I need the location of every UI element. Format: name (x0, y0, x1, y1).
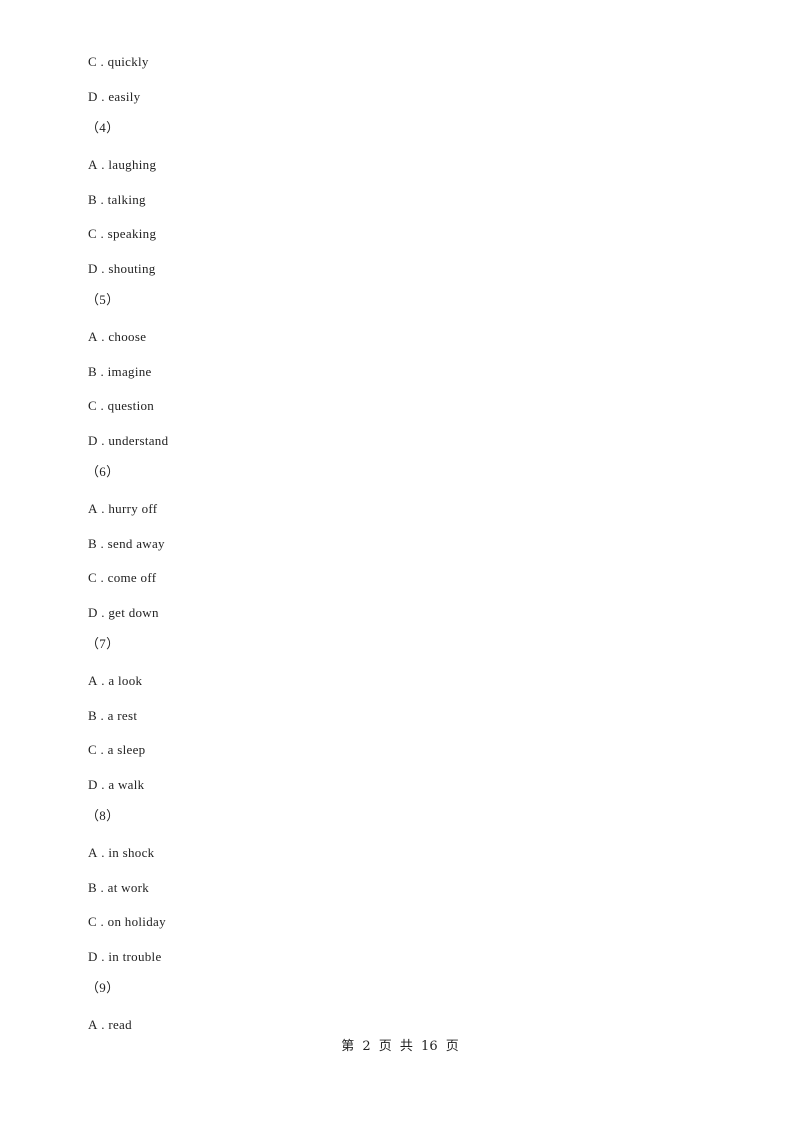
answer-option: D . get down (88, 605, 159, 621)
option-letter: B (88, 364, 97, 379)
answer-option: B . a rest (88, 708, 137, 724)
option-letter: B (88, 708, 97, 723)
option-letter: D (88, 261, 98, 276)
option-text: imagine (107, 364, 152, 379)
answer-option: A . hurry off (88, 501, 157, 517)
option-text: talking (107, 192, 146, 207)
option-separator: . (96, 742, 108, 757)
option-text: get down (108, 605, 159, 620)
option-separator: . (96, 880, 108, 895)
option-separator: . (97, 1017, 109, 1032)
answer-option: B . send away (88, 536, 165, 552)
option-letter: C (88, 54, 97, 69)
option-separator: . (96, 226, 108, 241)
option-text: easily (108, 89, 141, 104)
answer-option: A . a look (88, 673, 142, 689)
answer-option: C . question (88, 398, 154, 414)
option-letter: B (88, 192, 97, 207)
option-separator: . (97, 261, 109, 276)
option-separator: . (96, 914, 108, 929)
option-separator: . (97, 433, 109, 448)
option-text: shouting (108, 261, 156, 276)
question-number: （7） (86, 636, 120, 651)
option-separator: . (96, 398, 108, 413)
question-number: （9） (86, 980, 120, 995)
question-number: （6） (86, 464, 120, 479)
answer-option: D . shouting (88, 261, 156, 277)
answer-option: B . at work (88, 880, 149, 896)
option-text: send away (107, 536, 165, 551)
answer-option: C . come off (88, 570, 156, 586)
option-separator: . (96, 536, 108, 551)
option-letter: C (88, 914, 97, 929)
option-separator: . (96, 364, 108, 379)
answer-option: D . understand (88, 433, 168, 449)
option-separator: . (96, 192, 108, 207)
option-separator: . (97, 89, 109, 104)
option-separator: . (97, 605, 109, 620)
option-letter: B (88, 880, 97, 895)
option-text: hurry off (108, 501, 158, 516)
option-letter: A (88, 501, 98, 516)
option-separator: . (96, 570, 108, 585)
question-number: （4） (86, 120, 120, 135)
option-letter: B (88, 536, 97, 551)
option-text: understand (108, 433, 169, 448)
question-number: （5） (86, 292, 120, 307)
option-letter: D (88, 777, 98, 792)
option-separator: . (97, 673, 109, 688)
option-letter: A (88, 673, 98, 688)
option-text: a sleep (107, 742, 146, 757)
answer-option: A . laughing (88, 157, 156, 173)
option-letter: D (88, 433, 98, 448)
option-text: a look (108, 673, 143, 688)
option-separator: . (97, 157, 109, 172)
answer-option: A . in shock (88, 845, 154, 861)
option-separator: . (97, 329, 109, 344)
option-text: in shock (108, 845, 155, 860)
option-separator: . (97, 845, 109, 860)
option-separator: . (97, 777, 109, 792)
option-letter: C (88, 398, 97, 413)
option-letter: A (88, 329, 98, 344)
answer-option: A . choose (88, 329, 146, 345)
option-text: come off (107, 570, 157, 585)
option-separator: . (96, 54, 108, 69)
answer-option: C . speaking (88, 226, 156, 242)
option-text: laughing (108, 157, 157, 172)
page-footer: 第 2 页 共 16 页 (341, 1039, 459, 1054)
option-text: question (107, 398, 155, 413)
option-letter: C (88, 742, 97, 757)
option-text: read (108, 1017, 132, 1032)
option-text: a rest (107, 708, 138, 723)
answer-option: C . a sleep (88, 742, 145, 758)
option-text: quickly (107, 54, 149, 69)
option-letter: C (88, 226, 97, 241)
option-text: choose (108, 329, 147, 344)
answer-option: D . a walk (88, 777, 144, 793)
answer-option: C . on holiday (88, 914, 166, 930)
answer-option: D . easily (88, 89, 140, 105)
option-letter: D (88, 949, 98, 964)
answer-option: B . talking (88, 192, 146, 208)
option-letter: C (88, 570, 97, 585)
option-text: speaking (107, 226, 157, 241)
answer-option: D . in trouble (88, 949, 162, 965)
option-separator: . (97, 501, 109, 516)
option-letter: D (88, 605, 98, 620)
option-separator: . (97, 949, 109, 964)
option-text: in trouble (108, 949, 162, 964)
answer-option: A . read (88, 1017, 132, 1033)
option-text: on holiday (107, 914, 166, 929)
question-number: （8） (86, 808, 120, 823)
option-separator: . (96, 708, 108, 723)
option-letter: A (88, 1017, 98, 1032)
option-letter: A (88, 845, 98, 860)
option-text: a walk (108, 777, 145, 792)
answer-option: B . imagine (88, 364, 152, 380)
answer-option: C . quickly (88, 54, 149, 70)
option-text: at work (107, 880, 150, 895)
option-letter: A (88, 157, 98, 172)
option-letter: D (88, 89, 98, 104)
